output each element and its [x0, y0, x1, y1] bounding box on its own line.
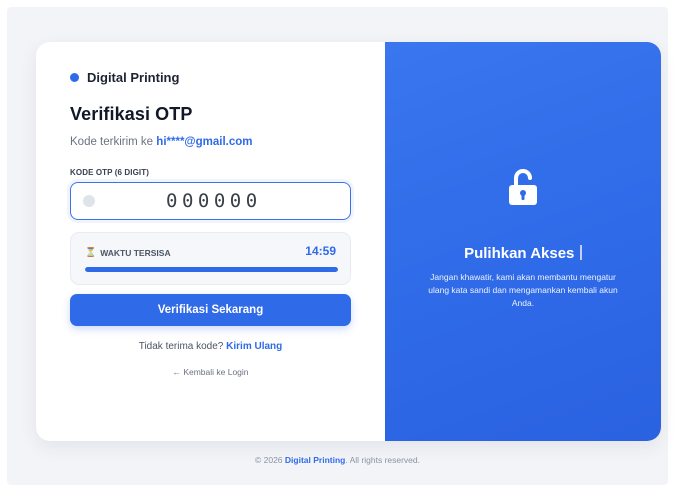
panel-description: Jangan khawatir, kami akan membantu meng… [428, 272, 618, 308]
timer-progress-track [85, 267, 338, 272]
resend-row: Tidak terima kode? Kirim Ulang [36, 341, 385, 352]
unlock-icon [509, 169, 537, 205]
verify-button[interactable]: Verifikasi Sekarang [70, 294, 351, 326]
footer-brand: Digital Printing [284, 455, 346, 465]
sent-prefix: Kode terkirim ke [70, 136, 154, 148]
page-title: Verifikasi OTP [70, 104, 193, 124]
typing-caret [580, 245, 582, 260]
panel-title: Pulihkan Akses [385, 245, 661, 262]
footer-suffix: . All rights reserved. [345, 455, 420, 465]
panel-title-text: Pulihkan Akses [464, 245, 575, 262]
timer-progress-fill [85, 267, 338, 272]
info-panel: Pulihkan Akses Jangan khawatir, kami aka… [385, 42, 661, 441]
sent-to-text: Kode terkirim ke hi****@gmail.com [70, 136, 253, 148]
timer-label: WAKTU TERSISA [100, 247, 171, 258]
timer-label-group: ⏳ WAKTU TERSISA [85, 247, 171, 258]
brand-name: Digital Printing [87, 70, 180, 85]
timer-box: ⏳ WAKTU TERSISA 14:59 [70, 232, 351, 285]
otp-card: Digital Printing Verifikasi OTP Kode ter… [36, 42, 661, 441]
resend-link[interactable]: Kirim Ulang [226, 341, 282, 352]
footer: © 2026 Digital Printing. All rights rese… [0, 455, 675, 465]
key-icon [83, 195, 95, 207]
footer-prefix: © 2026 [254, 455, 283, 465]
otp-label: KODE OTP (6 DIGIT) [70, 168, 149, 177]
masked-email: hi****@gmail.com [156, 136, 253, 148]
otp-input[interactable]: 000000 [70, 182, 351, 220]
form-panel: Digital Printing Verifikasi OTP Kode ter… [36, 42, 385, 441]
timer-value: 14:59 [305, 244, 336, 258]
hourglass-icon: ⏳ [85, 247, 97, 257]
resend-prefix: Tidak terima kode? [138, 341, 224, 352]
otp-value: 000000 [166, 190, 262, 212]
back-to-login-link[interactable]: ← Kembali ke Login [36, 367, 385, 377]
brand: Digital Printing [70, 70, 179, 85]
brand-dot-icon [70, 73, 79, 82]
